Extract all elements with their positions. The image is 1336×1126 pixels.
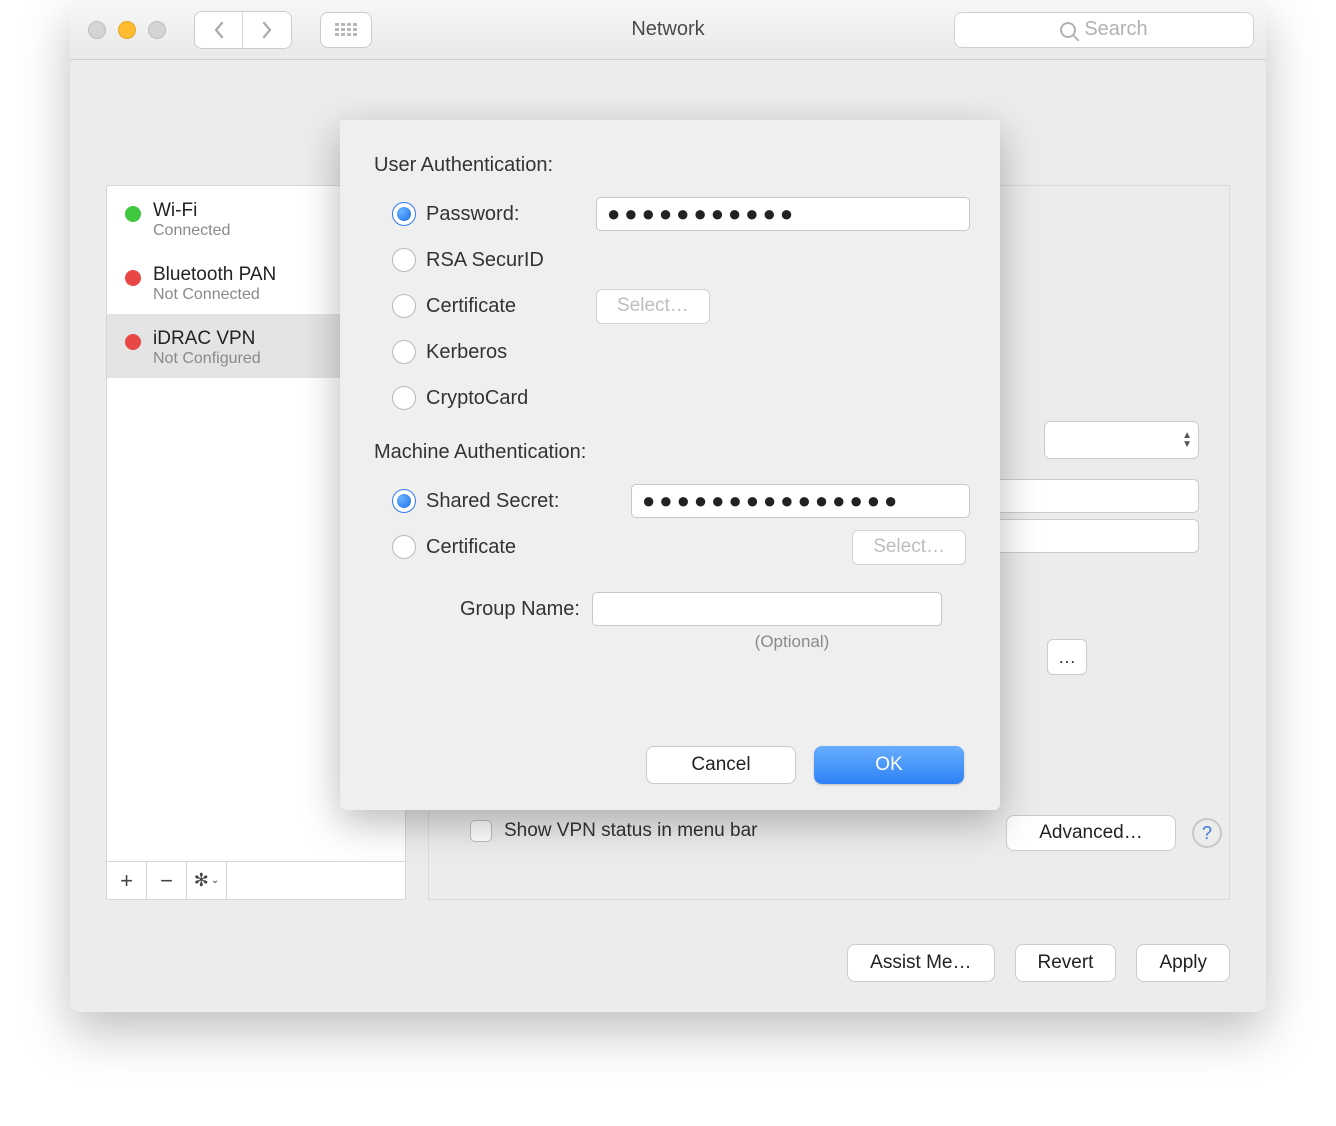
search-field[interactable]: Search — [954, 12, 1254, 48]
assist-me-button[interactable]: Assist Me… — [847, 944, 994, 982]
ok-button[interactable]: OK — [814, 746, 964, 784]
show-vpn-status-row: Show VPN status in menu bar — [470, 820, 757, 842]
remove-interface-button[interactable]: − — [147, 862, 187, 899]
status-dot-icon — [125, 270, 141, 286]
show-vpn-status-label: Show VPN status in menu bar — [504, 820, 757, 842]
chevron-left-icon — [213, 21, 225, 39]
apply-button[interactable]: Apply — [1136, 944, 1230, 982]
user-auth-crypto-label: CryptoCard — [426, 387, 586, 410]
network-prefs-window: Network Search Wi-Fi Connected Bluetooth… — [70, 0, 1266, 1012]
minimize-window-button[interactable] — [118, 21, 136, 39]
zoom-window-button[interactable] — [148, 21, 166, 39]
help-icon: ? — [1202, 823, 1212, 844]
user-auth-cert-row: Certificate Select… — [392, 283, 970, 329]
sidebar-item-label: Bluetooth PAN — [153, 264, 276, 286]
search-placeholder: Search — [1084, 18, 1147, 41]
titlebar: Network Search — [70, 0, 1266, 60]
window-body: Wi-Fi Connected Bluetooth PAN Not Connec… — [70, 60, 1266, 1012]
sidebar-footer: + − ✻ ⌄ — [107, 861, 405, 899]
machine-auth-cert-label: Certificate — [426, 536, 621, 559]
add-interface-button[interactable]: + — [107, 862, 147, 899]
user-auth-cert-label: Certificate — [426, 295, 586, 318]
search-icon — [1060, 22, 1076, 38]
main-dropdown[interactable]: ▲▼ — [1044, 421, 1199, 459]
user-auth-rsa-radio[interactable] — [392, 248, 416, 272]
status-dot-icon — [125, 206, 141, 222]
user-auth-password-label: Password: — [426, 203, 586, 226]
revert-button[interactable]: Revert — [1015, 944, 1117, 982]
sidebar-footer-spacer — [227, 862, 405, 899]
machine-auth-cert-row: Certificate Select… — [392, 524, 970, 570]
stepper-icon: ▲▼ — [1182, 431, 1192, 449]
sidebar-item-status: Not Configured — [153, 350, 261, 368]
cancel-button[interactable]: Cancel — [646, 746, 796, 784]
gear-icon: ✻ — [194, 870, 209, 891]
nav-back-forward — [194, 11, 292, 49]
machine-auth-shared-label: Shared Secret: — [426, 490, 621, 513]
sidebar-item-status: Not Connected — [153, 286, 276, 304]
back-button[interactable] — [195, 12, 243, 48]
user-auth-rsa-row: RSA SecurID — [392, 237, 970, 283]
sidebar-item-label: iDRAC VPN — [153, 328, 261, 350]
sidebar-item-status: Connected — [153, 222, 230, 240]
forward-button[interactable] — [243, 12, 291, 48]
chevron-down-icon: ⌄ — [211, 875, 219, 886]
main-ellipsis-button[interactable]: … — [1047, 639, 1087, 675]
machine-auth-cert-radio[interactable] — [392, 535, 416, 559]
sidebar-actions-menu[interactable]: ✻ ⌄ — [187, 862, 227, 899]
plus-icon: + — [120, 868, 133, 894]
user-auth-password-radio[interactable] — [392, 202, 416, 226]
group-name-label: Group Name: — [440, 598, 580, 621]
user-auth-kerberos-row: Kerberos — [392, 329, 970, 375]
machine-auth-shared-row: Shared Secret: ●●●●●●●●●●●●●●● — [392, 478, 970, 524]
grid-icon — [335, 23, 357, 37]
user-auth-kerberos-label: Kerberos — [426, 341, 586, 364]
auth-settings-sheet: User Authentication: Password: ●●●●●●●●●… — [340, 120, 1000, 810]
password-field[interactable]: ●●●●●●●●●●● — [596, 197, 970, 231]
group-name-field[interactable] — [592, 592, 942, 626]
sidebar-item-label: Wi-Fi — [153, 200, 230, 222]
user-cert-select-button[interactable]: Select… — [596, 289, 710, 324]
show-vpn-status-checkbox[interactable] — [470, 820, 492, 842]
user-auth-kerberos-radio[interactable] — [392, 340, 416, 364]
bottom-button-row: Assist Me… Revert Apply — [847, 944, 1230, 982]
machine-auth-shared-radio[interactable] — [392, 489, 416, 513]
user-auth-password-row: Password: ●●●●●●●●●●● — [392, 191, 970, 237]
minus-icon: − — [160, 868, 173, 894]
shared-secret-field[interactable]: ●●●●●●●●●●●●●●● — [631, 484, 970, 518]
group-name-row: Group Name: — [440, 592, 970, 626]
sheet-button-row: Cancel OK — [646, 746, 964, 784]
show-all-button[interactable] — [320, 12, 372, 48]
advanced-button[interactable]: Advanced… — [1006, 815, 1176, 851]
machine-auth-heading: Machine Authentication: — [374, 441, 970, 464]
user-auth-heading: User Authentication: — [374, 154, 970, 177]
chevron-right-icon — [261, 21, 273, 39]
close-window-button[interactable] — [88, 21, 106, 39]
status-dot-icon — [125, 334, 141, 350]
user-auth-crypto-radio[interactable] — [392, 386, 416, 410]
machine-cert-select-button[interactable]: Select… — [852, 530, 966, 565]
user-auth-cert-radio[interactable] — [392, 294, 416, 318]
group-name-optional-hint: (Optional) — [614, 632, 970, 652]
user-auth-crypto-row: CryptoCard — [392, 375, 970, 421]
user-auth-rsa-label: RSA SecurID — [426, 249, 586, 272]
help-button[interactable]: ? — [1192, 818, 1222, 848]
traffic-lights — [88, 21, 166, 39]
